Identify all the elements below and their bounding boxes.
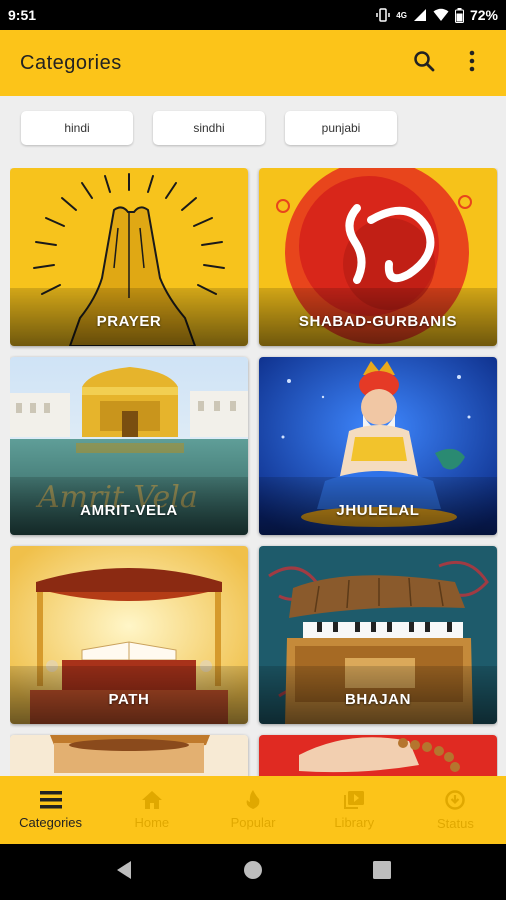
category-card-jhulelal[interactable]: JHULELAL xyxy=(259,357,497,535)
nav-item-popular[interactable]: Popular xyxy=(202,776,303,844)
chip-punjabi[interactable]: punjabi xyxy=(285,111,397,145)
bottom-navigation: Categories Home Popular Library Status xyxy=(0,776,506,844)
recents-button[interactable] xyxy=(373,860,391,884)
battery-percent: 72% xyxy=(469,7,498,23)
category-card-shabad-gurbanis[interactable]: SHABAD-GURBANIS xyxy=(259,168,497,346)
page-title: Categories xyxy=(20,51,122,74)
category-label: AMRIT-VELA xyxy=(80,502,178,519)
nav-label: Status xyxy=(436,815,474,831)
more-vert-icon xyxy=(469,50,475,77)
status-icons: 4G 72% xyxy=(376,7,498,23)
category-grid: PRAYER SHABAD-GURBANIS AMRIT-VELA JHULEL… xyxy=(10,168,498,776)
more-options-button[interactable] xyxy=(452,43,492,83)
search-button[interactable] xyxy=(404,43,444,83)
download-icon xyxy=(445,789,466,810)
category-card-prayer[interactable]: PRAYER xyxy=(10,168,248,346)
category-card-path[interactable]: PATH xyxy=(10,546,248,724)
back-button[interactable] xyxy=(115,860,133,885)
nav-item-status[interactable]: Status xyxy=(405,776,506,844)
language-filter: hindi sindhi punjabi xyxy=(0,96,506,160)
category-label: SHABAD-GURBANIS xyxy=(298,313,458,330)
category-label: PRAYER xyxy=(96,313,162,330)
category-7-image xyxy=(10,735,248,776)
status-bar: 9:51 4G 72% xyxy=(0,0,506,30)
menu-icon xyxy=(39,790,62,809)
category-label: PATH xyxy=(108,691,150,708)
nav-label: Popular xyxy=(230,815,276,830)
category-label: JHULELAL xyxy=(336,502,420,519)
home-icon xyxy=(141,790,162,809)
app-screen: 9:51 4G 72% Categories hindi sindhi punj… xyxy=(0,0,506,900)
nav-item-home[interactable]: Home xyxy=(101,776,202,844)
network-label: 4G xyxy=(396,10,407,20)
battery-icon xyxy=(454,7,464,23)
system-navigation-bar xyxy=(0,844,506,900)
home-button[interactable] xyxy=(243,860,263,885)
cell-signal-icon xyxy=(413,8,427,22)
nav-item-categories[interactable]: Categories xyxy=(0,776,101,844)
search-icon xyxy=(412,49,436,78)
flame-icon xyxy=(246,790,260,809)
category-card-8[interactable] xyxy=(259,735,497,776)
category-card-7[interactable] xyxy=(10,735,248,776)
nav-label: Library xyxy=(334,814,375,830)
category-card-amrit-vela[interactable]: Amrit Vela AMRIT-VELA xyxy=(10,357,248,535)
chip-hindi[interactable]: hindi xyxy=(21,111,133,145)
wifi-icon xyxy=(433,8,449,22)
nav-item-library[interactable]: Library xyxy=(304,776,405,844)
nav-label: Home xyxy=(134,814,170,830)
vibrate-icon xyxy=(376,8,391,22)
app-bar: Categories xyxy=(0,30,506,96)
category-8-image xyxy=(259,735,497,776)
chip-sindhi[interactable]: sindhi xyxy=(153,111,265,145)
category-card-bhajan[interactable]: BHAJAN xyxy=(259,546,497,724)
category-label: BHAJAN xyxy=(344,691,412,708)
nav-label: Categories xyxy=(19,814,83,830)
library-icon xyxy=(344,790,365,809)
status-time: 9:51 xyxy=(8,7,37,23)
